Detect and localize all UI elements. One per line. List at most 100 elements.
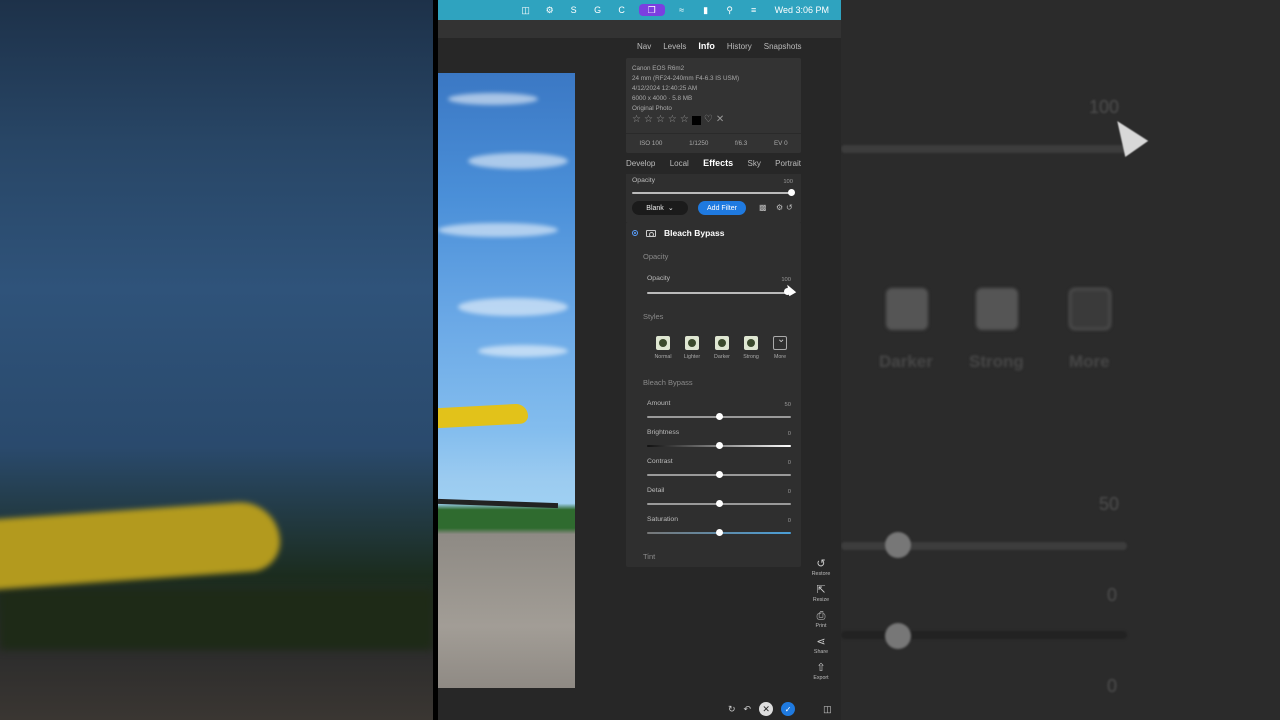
app-icon[interactable]: ⚙ bbox=[543, 4, 557, 16]
sync-icon[interactable]: ↻ bbox=[728, 704, 736, 715]
filter-enable-toggle[interactable] bbox=[632, 230, 638, 236]
tab-nav[interactable]: Nav bbox=[637, 42, 651, 51]
bleach-bypass-filter: Bleach Bypass Opacity Opacity 100 Styles… bbox=[626, 222, 801, 567]
tab-sky[interactable]: Sky bbox=[747, 159, 760, 168]
ghost-style-thumb bbox=[976, 288, 1018, 330]
heart-icon[interactable]: ♡ bbox=[704, 115, 713, 125]
screen: 100 Darker Strong More 50 0 0 ◫ ⚙ S G C … bbox=[0, 0, 1280, 720]
section-styles[interactable]: Styles bbox=[643, 312, 663, 321]
mask-icon[interactable]: ▩ bbox=[759, 203, 767, 212]
star-icon[interactable]: ☆ bbox=[668, 115, 677, 125]
right-panel: Nav Levels Info History Snapshots Canon … bbox=[626, 38, 806, 720]
tab-levels[interactable]: Levels bbox=[663, 42, 686, 51]
restore-icon: ↺ bbox=[816, 558, 826, 570]
tab-info[interactable]: Info bbox=[698, 41, 715, 51]
style-strong[interactable]: Strong bbox=[739, 336, 763, 360]
effects-opacity-slider[interactable] bbox=[632, 192, 792, 194]
slider-value: 0 bbox=[787, 431, 791, 437]
slider-label: Brightness bbox=[647, 429, 680, 436]
gear-icon[interactable]: ⚙ bbox=[776, 203, 783, 212]
ghost-style-thumb bbox=[886, 288, 928, 330]
photo-canvas[interactable] bbox=[438, 73, 575, 688]
effects-opacity-value: 100 bbox=[783, 179, 793, 185]
cloud bbox=[458, 298, 568, 316]
tab-develop[interactable]: Develop bbox=[626, 159, 655, 168]
apply-button[interactable]: ✓ bbox=[781, 702, 796, 716]
cloud bbox=[438, 223, 558, 237]
window-icon[interactable]: ❐ bbox=[638, 4, 665, 16]
section-tint[interactable]: Tint bbox=[643, 552, 655, 561]
info-size: 6000 x 4000 · 5.8 MB bbox=[632, 95, 693, 102]
info-panel: Canon EOS R6m2 24 mm (RF24-240mm F4-6.3 … bbox=[626, 58, 801, 153]
blank-preset-dropdown[interactable]: Blank ⌄ bbox=[632, 201, 688, 215]
tab-effects[interactable]: Effects bbox=[703, 158, 733, 168]
print-tool[interactable]: ⎙ Print bbox=[810, 610, 832, 629]
ghost-label-darker: Darker bbox=[879, 352, 933, 371]
slider-knob[interactable] bbox=[715, 471, 723, 478]
blurred-plane-wing bbox=[0, 499, 283, 591]
cancel-button[interactable]: ✕ bbox=[759, 702, 774, 716]
control-center-icon[interactable]: ≡ bbox=[747, 4, 761, 16]
slider-value: 0 bbox=[787, 460, 791, 466]
style-thumbnail bbox=[715, 336, 729, 350]
battery-icon[interactable]: ▮ bbox=[699, 4, 713, 16]
effects-opacity-knob[interactable] bbox=[788, 189, 795, 196]
search-icon[interactable]: ⚲ bbox=[723, 4, 737, 16]
tab-history[interactable]: History bbox=[727, 42, 752, 51]
style-thumbnail bbox=[656, 336, 670, 350]
slider-knob[interactable] bbox=[715, 529, 723, 536]
slider-knob[interactable] bbox=[715, 442, 723, 449]
c-icon[interactable]: C bbox=[615, 4, 629, 16]
undo-icon[interactable]: ↶ bbox=[744, 704, 752, 715]
filter-title: Bleach Bypass bbox=[664, 228, 725, 238]
star-icon[interactable]: ☆ bbox=[680, 115, 689, 125]
slider-knob[interactable] bbox=[715, 413, 723, 420]
ghost-style-thumb bbox=[1069, 288, 1111, 330]
section-opacity[interactable]: Opacity bbox=[643, 252, 668, 261]
color-label-chip[interactable] bbox=[691, 115, 701, 125]
star-icon[interactable]: ☆ bbox=[632, 115, 641, 125]
tab-snapshots[interactable]: Snapshots bbox=[764, 42, 802, 51]
style-more[interactable]: More bbox=[768, 334, 792, 360]
app-window: ◫ ⚙ S G C ❐ ≈ ▮ ⚲ ≡ Wed 3:06 PM Nav Leve… bbox=[438, 0, 841, 720]
filter-opacity-slider[interactable] bbox=[647, 292, 791, 294]
info-camera: Canon EOS R6m2 bbox=[632, 65, 685, 72]
tab-portrait[interactable]: Portrait bbox=[775, 159, 801, 168]
style-lighter[interactable]: Lighter bbox=[680, 336, 704, 360]
ghost-knob bbox=[885, 532, 911, 558]
resize-tool[interactable]: ⇱ Resize bbox=[810, 584, 832, 603]
section-bleach-bypass[interactable]: Bleach Bypass bbox=[643, 378, 693, 387]
style-thumbnail bbox=[744, 336, 758, 350]
share-tool[interactable]: ⋖ Share bbox=[810, 636, 832, 655]
star-icon[interactable]: ☆ bbox=[656, 115, 665, 125]
reject-icon[interactable]: ✕ bbox=[716, 115, 724, 125]
style-label: Lighter bbox=[683, 354, 701, 360]
app-toolbar bbox=[438, 20, 841, 38]
style-normal[interactable]: Normal bbox=[651, 336, 675, 360]
ghost-slider bbox=[841, 145, 1131, 153]
slider-label: Saturation bbox=[647, 516, 678, 523]
tool-label: Print bbox=[815, 623, 827, 629]
screen-icon[interactable]: ◫ bbox=[519, 4, 533, 16]
info-lens: 24 mm (RF24-240mm F4-6.3 IS USM) bbox=[632, 75, 740, 82]
exif-shutter: 1/1250 bbox=[689, 139, 709, 147]
star-icon[interactable]: ☆ bbox=[644, 115, 653, 125]
add-filter-button[interactable]: Add Filter bbox=[698, 201, 746, 215]
panel-toggle-icon[interactable]: ◫ bbox=[823, 704, 832, 715]
tab-local[interactable]: Local bbox=[670, 159, 689, 168]
resize-icon: ⇱ bbox=[816, 584, 826, 596]
s-icon[interactable]: S bbox=[567, 4, 581, 16]
export-tool[interactable]: ⇧ Export bbox=[810, 662, 832, 681]
reset-icon[interactable]: ↺ bbox=[786, 203, 793, 212]
g-icon[interactable]: G bbox=[591, 4, 605, 16]
blurred-grass bbox=[0, 590, 433, 650]
menu-bar: ◫ ⚙ S G C ❐ ≈ ▮ ⚲ ≡ Wed 3:06 PM bbox=[438, 0, 841, 20]
slider-knob[interactable] bbox=[715, 500, 723, 507]
filter-header[interactable]: Bleach Bypass bbox=[632, 228, 724, 238]
style-darker[interactable]: Darker bbox=[710, 336, 734, 360]
wifi-icon[interactable]: ≈ bbox=[675, 4, 689, 16]
restore-tool[interactable]: ↺ Restore bbox=[810, 558, 832, 577]
mask-icon[interactable] bbox=[646, 229, 656, 237]
module-tabs: Develop Local Effects Sky Portrait bbox=[626, 155, 801, 171]
tool-label: Share bbox=[813, 649, 829, 655]
